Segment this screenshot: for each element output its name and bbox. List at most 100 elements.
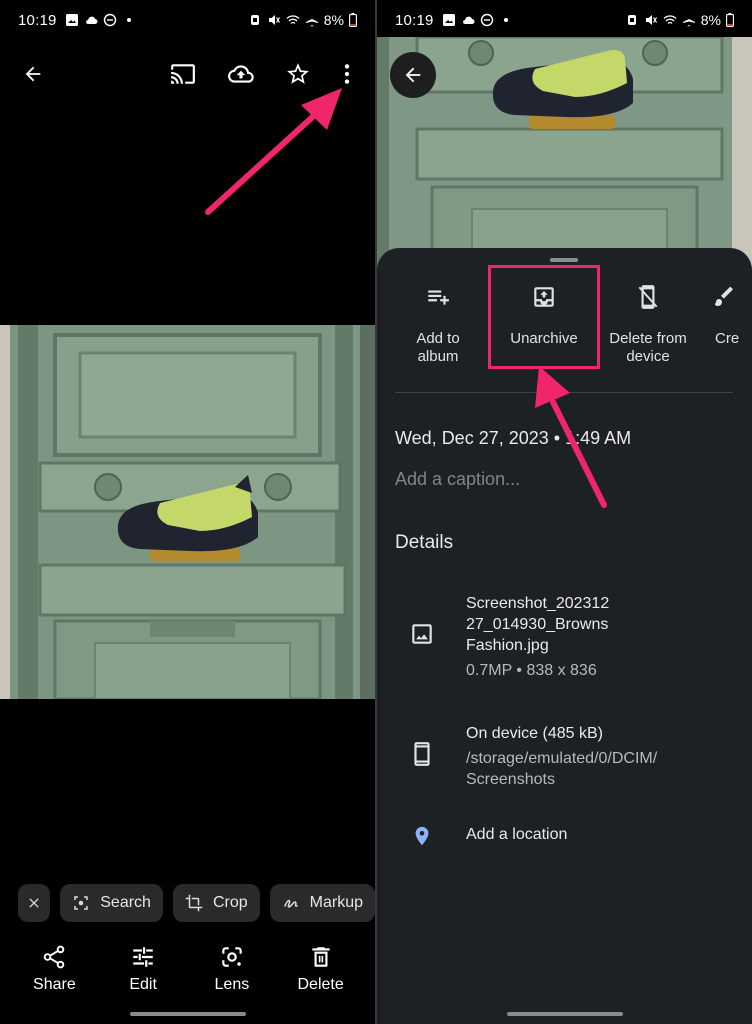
cloud-icon [85, 16, 98, 24]
edit-label: Edit [129, 976, 157, 993]
sheet-divider [395, 392, 733, 393]
annotation-arrow-icon [205, 88, 342, 215]
details-heading: Details [395, 532, 454, 553]
battery-percent: 8% [323, 12, 344, 28]
markup-chip-label: Markup [309, 894, 363, 911]
share-label: Share [33, 976, 76, 993]
favorite-button[interactable] [282, 58, 314, 90]
phone-icon [413, 742, 430, 766]
phone-erase-icon [638, 285, 658, 309]
more-vert-icon [344, 64, 350, 84]
search-chip[interactable]: Search [60, 884, 163, 922]
edit-sliders-icon [133, 947, 153, 967]
share-icon [44, 945, 65, 969]
gallery-notification-icon [442, 14, 455, 26]
dnd-icon [103, 13, 116, 27]
add-to-album-button[interactable]: Add to album [383, 282, 493, 366]
storage-title: On device (485 kB) [466, 725, 603, 742]
location-pin-icon [415, 826, 428, 846]
photo-viewer-screen: 10:19 8% Search Crop Markup Share Edit L… [0, 0, 375, 1024]
brush-icon [715, 286, 733, 306]
airplane-icon [682, 14, 695, 27]
status-time: 10:19 [395, 11, 434, 29]
suggestion-chips: Search Crop Markup [18, 884, 375, 922]
delete-from-device-label: Delete from device [609, 330, 687, 365]
crop-chip[interactable]: Crop [172, 884, 260, 922]
add-to-playlist-icon [428, 290, 449, 305]
file-name-line-3: Fashion.jpg [466, 637, 549, 654]
crop-icon [185, 894, 203, 912]
cast-icon [171, 64, 195, 84]
create-label: Cre [715, 330, 740, 347]
trash-icon [311, 947, 330, 967]
mute-icon [645, 15, 657, 25]
more-options-button[interactable] [331, 58, 363, 90]
share-button[interactable]: Share [19, 944, 89, 994]
star-icon [287, 63, 309, 84]
photo-info-screen: 10:19 8% Add to album Unarchive Delete f… [377, 0, 752, 1024]
gesture-nav-handle[interactable] [507, 1012, 623, 1016]
file-details-row: Screenshot_202312 27_014930_Browns Fashi… [377, 593, 752, 681]
add-to-album-label: Add to album [416, 330, 460, 365]
gesture-nav-handle[interactable] [130, 1012, 246, 1016]
photo-image[interactable] [0, 325, 375, 699]
delete-label: Delete [297, 976, 344, 993]
lens-button[interactable]: Lens [197, 944, 267, 994]
crop-chip-label: Crop [212, 894, 248, 911]
status-bar: 10:19 8% [0, 0, 375, 40]
wifi-off-icon [663, 15, 677, 24]
back-arrow-icon [405, 67, 421, 83]
bottom-action-bar: Share Edit Lens Delete [0, 944, 375, 994]
storage-path-line-2: Screenshots [466, 771, 555, 788]
battery-percent: 8% [700, 12, 721, 28]
image-icon [411, 624, 432, 644]
battery-icon [349, 13, 357, 27]
viewer-top-bar [0, 52, 375, 96]
notification-icons [65, 13, 136, 27]
status-time: 10:19 [18, 11, 57, 29]
cloud-upload-icon [228, 65, 254, 83]
file-name-line-1: Screenshot_202312 [466, 595, 610, 612]
gallery-notification-icon [65, 14, 78, 26]
file-name-line-2: 27_014930_Browns [466, 616, 609, 633]
close-icon [29, 898, 39, 908]
file-meta: 0.7MP • 838 x 836 [466, 662, 597, 679]
back-arrow-icon [25, 66, 41, 82]
cast-button[interactable] [167, 58, 199, 90]
system-icons: 8% [248, 12, 357, 28]
add-location-row[interactable]: Add a location [377, 824, 752, 848]
shoe-on-door-image [0, 325, 375, 699]
markup-icon [283, 899, 298, 908]
airplane-icon [305, 14, 318, 27]
unarchive-highlight-box [488, 265, 600, 369]
lens-search-icon [74, 896, 88, 910]
mute-icon [268, 15, 280, 25]
notification-icons [442, 13, 513, 27]
markup-chip[interactable]: Markup [269, 884, 375, 922]
status-bar: 10:19 8% [377, 0, 752, 40]
lens-icon [222, 947, 242, 967]
add-location-link[interactable]: Add a location [466, 824, 752, 848]
alarm-icon [250, 15, 259, 25]
cloud-icon [462, 16, 475, 24]
search-chip-label: Search [100, 894, 151, 911]
photo-date: Wed, Dec 27, 2023 • 1:49 AM [395, 428, 632, 448]
system-icons: 8% [625, 12, 734, 28]
create-button[interactable]: Cre [699, 282, 752, 348]
dot-icon [503, 18, 508, 22]
dnd-icon [480, 13, 493, 27]
wifi-off-icon [286, 15, 300, 24]
caption-input[interactable]: Add a caption... [395, 469, 520, 490]
delete-from-device-button[interactable]: Delete from device [593, 282, 703, 366]
sheet-drag-handle[interactable] [550, 258, 578, 262]
chips-close-button[interactable] [18, 884, 51, 922]
back-button[interactable] [390, 52, 436, 98]
backup-button[interactable] [225, 58, 257, 90]
dot-icon [126, 18, 131, 22]
delete-button[interactable]: Delete [286, 944, 356, 994]
battery-icon [726, 13, 734, 27]
storage-path-line-1: /storage/emulated/0/DCIM/ [466, 750, 658, 767]
edit-button[interactable]: Edit [108, 944, 178, 994]
back-button[interactable] [17, 58, 49, 90]
storage-details-row: On device (485 kB) /storage/emulated/0/D… [377, 723, 752, 790]
